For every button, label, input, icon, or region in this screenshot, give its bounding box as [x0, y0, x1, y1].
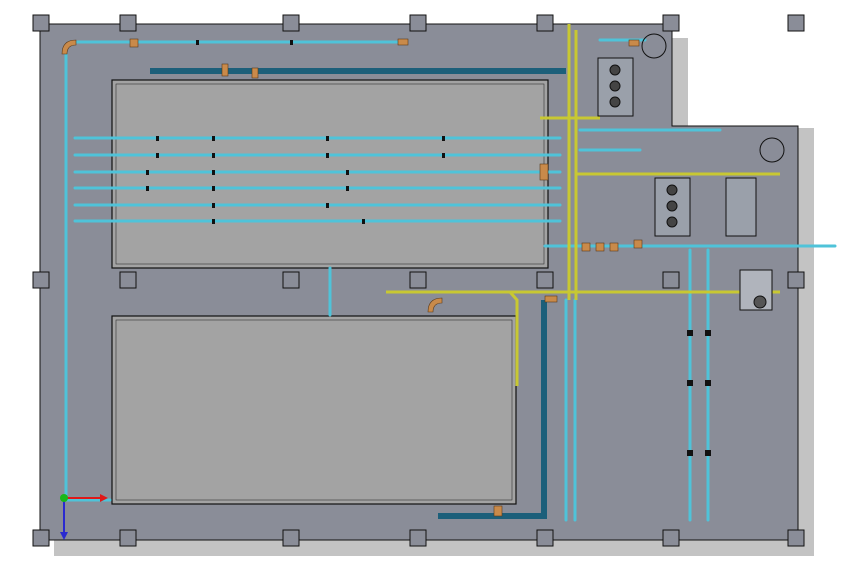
valve-icon [493, 505, 503, 517]
valve-icon [251, 67, 259, 79]
valve-icon [544, 295, 558, 303]
valve-marker [212, 203, 215, 208]
valve-marker [687, 330, 693, 336]
pump-icon [666, 200, 678, 212]
footing [282, 271, 300, 289]
pump-icon [666, 216, 678, 228]
valve-marker [212, 186, 215, 191]
footing [32, 14, 50, 32]
footing [662, 271, 680, 289]
valve-marker [212, 170, 215, 175]
valve-marker [687, 380, 693, 386]
valve-icon [129, 38, 139, 48]
footing [536, 529, 554, 547]
footing [409, 271, 427, 289]
footing [536, 14, 554, 32]
valve-marker [146, 170, 149, 175]
valve-marker [442, 136, 445, 141]
valve-marker [146, 186, 149, 191]
footing [119, 14, 137, 32]
valve-icon [628, 39, 640, 47]
valve-marker [687, 450, 693, 456]
valve-marker [346, 170, 349, 175]
footing [787, 271, 805, 289]
valve-marker [212, 153, 215, 158]
footing [409, 529, 427, 547]
pump-icon [609, 80, 621, 92]
footing [32, 529, 50, 547]
valve-marker [290, 40, 293, 45]
valve-marker [326, 203, 329, 208]
valve-marker [212, 136, 215, 141]
pump-icon [753, 295, 767, 309]
valve-marker [442, 153, 445, 158]
valve-icon [397, 38, 409, 46]
pump-icon [609, 96, 621, 108]
valve-marker [156, 136, 159, 141]
pump-icon [609, 64, 621, 76]
footing [536, 271, 554, 289]
tank-lower[interactable] [111, 315, 517, 505]
valve-icon [221, 63, 229, 77]
valve-icon [609, 242, 619, 252]
valve-marker [196, 40, 199, 45]
footing [32, 271, 50, 289]
valve-marker [362, 219, 365, 224]
footing [662, 529, 680, 547]
piping-plan-drawing[interactable] [0, 0, 867, 562]
footing [119, 529, 137, 547]
footing [282, 14, 300, 32]
footing [119, 271, 137, 289]
valve-marker [212, 219, 215, 224]
valve-marker [326, 153, 329, 158]
footing [787, 529, 805, 547]
triad-z-axis [60, 494, 68, 502]
valve-marker [156, 153, 159, 158]
valve-icon [539, 163, 549, 181]
pump-icon [725, 177, 757, 237]
cad-viewport[interactable] [0, 0, 867, 562]
footing [662, 14, 680, 32]
valve-marker [326, 136, 329, 141]
valve-marker [346, 186, 349, 191]
valve-marker [705, 450, 711, 456]
valve-icon [633, 239, 643, 249]
pump-icon [666, 184, 678, 196]
footing [282, 529, 300, 547]
valve-marker [705, 330, 711, 336]
valve-icon [595, 242, 605, 252]
footing [787, 14, 805, 32]
footing [409, 14, 427, 32]
tank-upper[interactable] [111, 79, 549, 269]
valve-icon [581, 242, 591, 252]
valve-marker [705, 380, 711, 386]
